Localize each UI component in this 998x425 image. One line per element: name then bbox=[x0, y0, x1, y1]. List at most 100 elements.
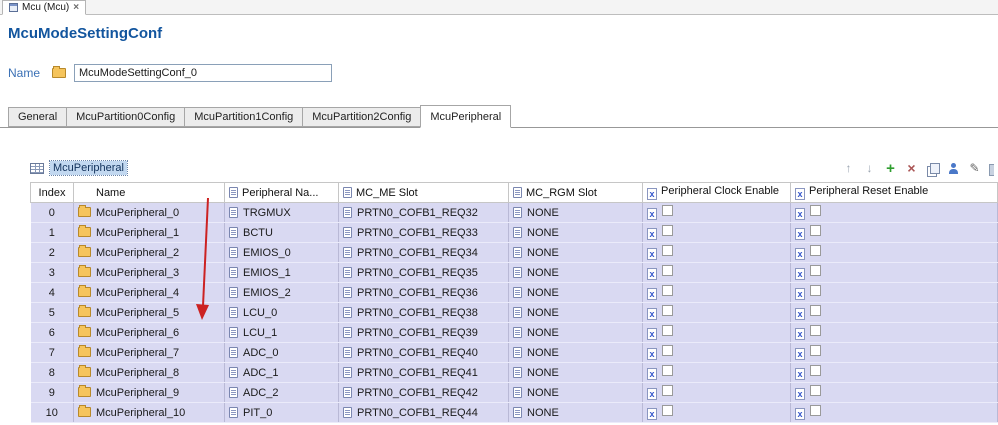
cell-mc-rgm-slot[interactable]: NONE bbox=[508, 282, 643, 303]
cell-name[interactable]: McuPeripheral_2 bbox=[73, 242, 225, 263]
cell-reset-enable[interactable] bbox=[790, 382, 998, 403]
column-header-name[interactable]: Name bbox=[73, 182, 225, 203]
tab-mcupartition1config[interactable]: McuPartition1Config bbox=[184, 107, 304, 127]
cell-mc-rgm-slot[interactable]: NONE bbox=[508, 222, 643, 243]
cell-peripheral-name[interactable]: EMIOS_2 bbox=[224, 282, 339, 303]
cell-mc-me-slot[interactable]: PRTN0_COFB1_REQ41 bbox=[338, 362, 509, 383]
cell-reset-enable[interactable] bbox=[790, 222, 998, 243]
cell-reset-enable[interactable] bbox=[790, 402, 998, 423]
column-header-reset-enable[interactable]: Peripheral Reset Enable bbox=[790, 182, 998, 203]
column-header-clock-enable[interactable]: Peripheral Clock Enable bbox=[642, 182, 791, 203]
clock-enable-checkbox[interactable] bbox=[662, 265, 673, 276]
cell-clock-enable[interactable] bbox=[642, 402, 791, 423]
cell-reset-enable[interactable] bbox=[790, 342, 998, 363]
cell-mc-rgm-slot[interactable]: NONE bbox=[508, 382, 643, 403]
cell-mc-me-slot[interactable]: PRTN0_COFB1_REQ33 bbox=[338, 222, 509, 243]
column-header-index[interactable]: Index bbox=[30, 182, 74, 203]
cell-mc-me-slot[interactable]: PRTN0_COFB1_REQ39 bbox=[338, 322, 509, 343]
copy-icon[interactable] bbox=[925, 161, 940, 177]
cell-reset-enable[interactable] bbox=[790, 202, 998, 223]
cell-name[interactable]: McuPeripheral_1 bbox=[73, 222, 225, 243]
cell-mc-me-slot[interactable]: PRTN0_COFB1_REQ34 bbox=[338, 242, 509, 263]
cell-clock-enable[interactable] bbox=[642, 302, 791, 323]
cell-name[interactable]: McuPeripheral_9 bbox=[73, 382, 225, 403]
cell-reset-enable[interactable] bbox=[790, 282, 998, 303]
reset-enable-checkbox[interactable] bbox=[810, 385, 821, 396]
clock-enable-checkbox[interactable] bbox=[662, 325, 673, 336]
cell-clock-enable[interactable] bbox=[642, 382, 791, 403]
column-header-mc-rgm-slot[interactable]: MC_RGM Slot bbox=[508, 182, 643, 203]
clock-enable-checkbox[interactable] bbox=[662, 285, 673, 296]
column-header-peripheral-name[interactable]: Peripheral Na... bbox=[224, 182, 339, 203]
cell-peripheral-name[interactable]: LCU_1 bbox=[224, 322, 339, 343]
clock-enable-checkbox[interactable] bbox=[662, 305, 673, 316]
reset-enable-checkbox[interactable] bbox=[810, 285, 821, 296]
cell-name[interactable]: McuPeripheral_4 bbox=[73, 282, 225, 303]
add-icon[interactable] bbox=[883, 161, 898, 176]
cell-mc-rgm-slot[interactable]: NONE bbox=[508, 342, 643, 363]
reset-enable-checkbox[interactable] bbox=[810, 365, 821, 376]
cell-mc-rgm-slot[interactable]: NONE bbox=[508, 302, 643, 323]
reset-enable-checkbox[interactable] bbox=[810, 405, 821, 416]
cell-clock-enable[interactable] bbox=[642, 242, 791, 263]
clock-enable-checkbox[interactable] bbox=[662, 385, 673, 396]
cell-peripheral-name[interactable]: LCU_0 bbox=[224, 302, 339, 323]
cell-name[interactable]: McuPeripheral_6 bbox=[73, 322, 225, 343]
cell-mc-me-slot[interactable]: PRTN0_COFB1_REQ42 bbox=[338, 382, 509, 403]
cell-clock-enable[interactable] bbox=[642, 322, 791, 343]
reset-enable-checkbox[interactable] bbox=[810, 325, 821, 336]
cell-peripheral-name[interactable]: BCTU bbox=[224, 222, 339, 243]
cell-reset-enable[interactable] bbox=[790, 242, 998, 263]
table-row[interactable]: 5 McuPeripheral_5 LCU_0 PRTN0_COFB1_REQ3… bbox=[30, 302, 998, 323]
cell-peripheral-name[interactable]: ADC_1 bbox=[224, 362, 339, 383]
reset-enable-checkbox[interactable] bbox=[810, 305, 821, 316]
cell-reset-enable[interactable] bbox=[790, 262, 998, 283]
reset-enable-checkbox[interactable] bbox=[810, 245, 821, 256]
cell-mc-me-slot[interactable]: PRTN0_COFB1_REQ40 bbox=[338, 342, 509, 363]
tab-mcupartition0config[interactable]: McuPartition0Config bbox=[66, 107, 186, 127]
reset-enable-checkbox[interactable] bbox=[810, 205, 821, 216]
clock-enable-checkbox[interactable] bbox=[662, 225, 673, 236]
cell-clock-enable[interactable] bbox=[642, 342, 791, 363]
cell-mc-me-slot[interactable]: PRTN0_COFB1_REQ44 bbox=[338, 402, 509, 423]
cell-peripheral-name[interactable]: EMIOS_0 bbox=[224, 242, 339, 263]
clock-enable-checkbox[interactable] bbox=[662, 205, 673, 216]
cell-reset-enable[interactable] bbox=[790, 362, 998, 383]
cell-reset-enable[interactable] bbox=[790, 322, 998, 343]
table-caption[interactable]: McuPeripheral bbox=[49, 160, 128, 176]
table-row[interactable]: 8 McuPeripheral_8 ADC_1 PRTN0_COFB1_REQ4… bbox=[30, 362, 998, 383]
name-input[interactable] bbox=[74, 64, 333, 82]
table-row[interactable]: 7 McuPeripheral_7 ADC_0 PRTN0_COFB1_REQ4… bbox=[30, 342, 998, 363]
reset-enable-checkbox[interactable] bbox=[810, 265, 821, 276]
cell-mc-rgm-slot[interactable]: NONE bbox=[508, 262, 643, 283]
cell-mc-me-slot[interactable]: PRTN0_COFB1_REQ38 bbox=[338, 302, 509, 323]
tab-general[interactable]: General bbox=[8, 107, 68, 127]
tab-mcupartition2config[interactable]: McuPartition2Config bbox=[302, 107, 422, 127]
move-down-icon[interactable] bbox=[862, 161, 877, 176]
cell-clock-enable[interactable] bbox=[642, 202, 791, 223]
edit-icon[interactable] bbox=[967, 161, 982, 176]
table-row[interactable]: 6 McuPeripheral_6 LCU_1 PRTN0_COFB1_REQ3… bbox=[30, 322, 998, 343]
cell-name[interactable]: McuPeripheral_7 bbox=[73, 342, 225, 363]
cell-mc-rgm-slot[interactable]: NONE bbox=[508, 362, 643, 383]
editor-tab-mcu[interactable]: Mcu (Mcu) × bbox=[2, 0, 87, 15]
cell-name[interactable]: McuPeripheral_0 bbox=[73, 202, 225, 223]
cell-peripheral-name[interactable]: TRGMUX bbox=[224, 202, 339, 223]
cell-peripheral-name[interactable]: EMIOS_1 bbox=[224, 262, 339, 283]
cell-mc-rgm-slot[interactable]: NONE bbox=[508, 322, 643, 343]
clock-enable-checkbox[interactable] bbox=[662, 405, 673, 416]
cell-mc-rgm-slot[interactable]: NONE bbox=[508, 202, 643, 223]
table-row[interactable]: 10 McuPeripheral_10 PIT_0 PRTN0_COFB1_RE… bbox=[30, 402, 998, 423]
wizard-icon[interactable] bbox=[946, 161, 961, 176]
cell-name[interactable]: McuPeripheral_3 bbox=[73, 262, 225, 283]
clock-enable-checkbox[interactable] bbox=[662, 365, 673, 376]
cell-clock-enable[interactable] bbox=[642, 362, 791, 383]
cell-mc-rgm-slot[interactable]: NONE bbox=[508, 402, 643, 423]
cell-mc-me-slot[interactable]: PRTN0_COFB1_REQ35 bbox=[338, 262, 509, 283]
reset-enable-checkbox[interactable] bbox=[810, 225, 821, 236]
clock-enable-checkbox[interactable] bbox=[662, 245, 673, 256]
cell-name[interactable]: McuPeripheral_8 bbox=[73, 362, 225, 383]
table-row[interactable]: 2 McuPeripheral_2 EMIOS_0 PRTN0_COFB1_RE… bbox=[30, 242, 998, 263]
cell-peripheral-name[interactable]: ADC_0 bbox=[224, 342, 339, 363]
clock-enable-checkbox[interactable] bbox=[662, 345, 673, 356]
